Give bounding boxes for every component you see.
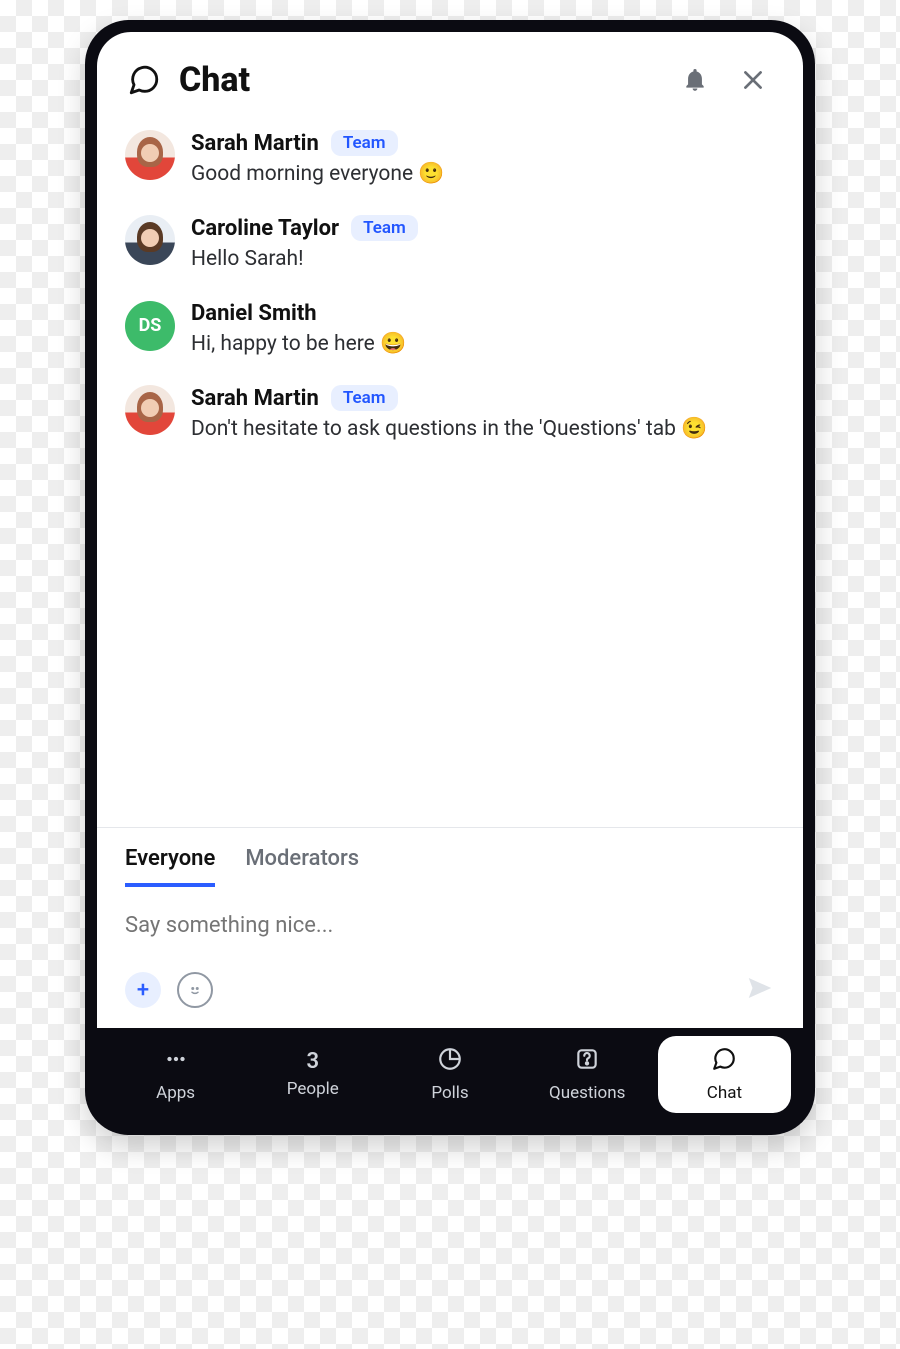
compose-tabs: Everyone Moderators <box>125 828 775 887</box>
header-title: Chat <box>179 60 657 100</box>
message-text: Don't hesitate to ask questions in the '… <box>191 415 775 444</box>
nav-questions[interactable]: Questions <box>521 1036 654 1113</box>
avatar <box>125 130 175 180</box>
message-body: Daniel Smith Hi, happy to be here 😀 <box>191 301 775 359</box>
polls-icon <box>437 1046 463 1077</box>
nav-label: Polls <box>431 1083 468 1103</box>
questions-icon <box>574 1046 600 1077</box>
compose-area: Everyone Moderators + <box>97 827 803 1028</box>
message-body: Sarah Martin Team Don't hesitate to ask qu… <box>191 385 775 444</box>
send-button[interactable] <box>745 973 775 1007</box>
avatar <box>125 385 175 435</box>
screen: Chat Sarah Martin Team Good morning everyo… <box>97 32 803 1028</box>
message-list: Sarah Martin Team Good morning everyone 🙂 C… <box>97 110 803 827</box>
chat-panel: Chat Sarah Martin Team Good morning everyo… <box>85 20 815 1135</box>
nav-chat[interactable]: Chat <box>658 1036 791 1113</box>
message: DS Daniel Smith Hi, happy to be here 😀 <box>125 301 775 359</box>
sender-name: Daniel Smith <box>191 301 317 326</box>
sender-name: Caroline Taylor <box>191 216 339 241</box>
chat-icon <box>127 63 161 97</box>
message: Caroline Taylor Team Hello Sarah! <box>125 215 775 274</box>
message-text: Good morning everyone 🙂 <box>191 160 775 189</box>
message-body: Caroline Taylor Team Hello Sarah! <box>191 215 775 274</box>
add-attachment-button[interactable]: + <box>125 972 161 1008</box>
avatar: DS <box>125 301 175 351</box>
emoji-button[interactable] <box>177 972 213 1008</box>
apps-icon <box>163 1046 189 1077</box>
nav-label: Apps <box>156 1083 195 1103</box>
bottom-nav: Apps 3 People Polls Questions Chat <box>97 1028 803 1123</box>
chat-icon <box>711 1046 737 1077</box>
message-text: Hello Sarah! <box>191 245 775 274</box>
team-badge: Team <box>331 130 398 156</box>
compose-tab-moderators[interactable]: Moderators <box>245 846 359 887</box>
team-badge: Team <box>351 215 418 241</box>
avatar <box>125 215 175 265</box>
notifications-button[interactable] <box>675 60 715 100</box>
message-text: Hi, happy to be here 😀 <box>191 330 775 359</box>
nav-label: People <box>287 1079 339 1099</box>
compose-toolbar: + <box>125 972 775 1008</box>
people-count: 3 <box>307 1051 320 1073</box>
nav-label: Chat <box>707 1083 742 1103</box>
message-body: Sarah Martin Team Good morning everyone 🙂 <box>191 130 775 189</box>
close-button[interactable] <box>733 60 773 100</box>
nav-apps[interactable]: Apps <box>109 1036 242 1113</box>
nav-polls[interactable]: Polls <box>383 1036 516 1113</box>
nav-people[interactable]: 3 People <box>246 1036 379 1113</box>
compose-tab-everyone[interactable]: Everyone <box>125 846 215 887</box>
team-badge: Team <box>331 385 398 411</box>
message: Sarah Martin Team Good morning everyone 🙂 <box>125 130 775 189</box>
nav-label: Questions <box>549 1083 625 1103</box>
sender-name: Sarah Martin <box>191 131 319 156</box>
message: Sarah Martin Team Don't hesitate to ask qu… <box>125 385 775 444</box>
compose-input[interactable] <box>125 887 775 972</box>
sender-name: Sarah Martin <box>191 386 319 411</box>
header: Chat <box>97 32 803 110</box>
